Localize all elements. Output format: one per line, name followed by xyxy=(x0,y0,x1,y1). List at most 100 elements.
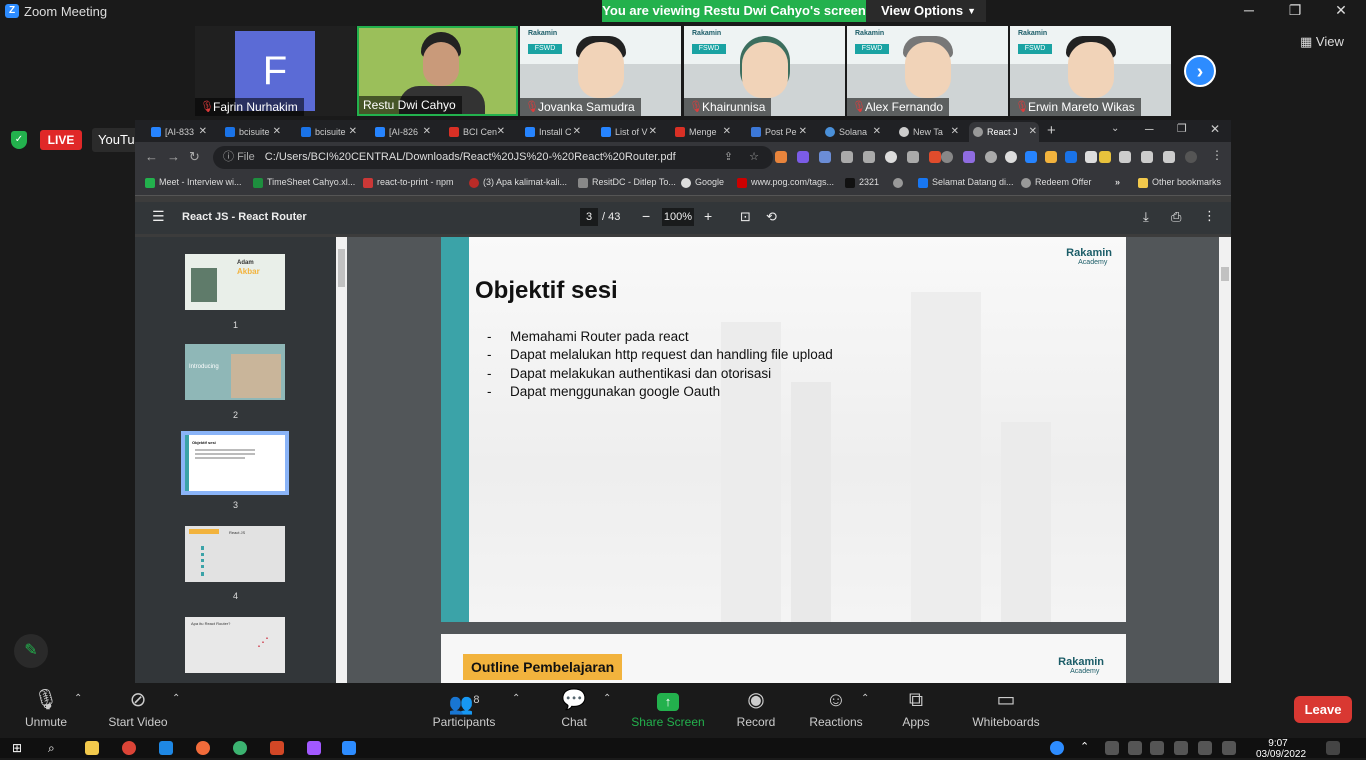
chevron-up-icon[interactable]: ⌃ xyxy=(861,693,869,704)
zoom-level-input[interactable]: 100% xyxy=(662,208,694,226)
close-tab-icon[interactable]: ✕ xyxy=(1029,122,1037,142)
whiteboards-button[interactable]: ▭ Whiteboards xyxy=(970,683,1042,738)
close-icon[interactable]: ✕ xyxy=(1210,122,1220,136)
video-tile[interactable]: Rakamin FSWD 🎙 Jovanka Samudra xyxy=(520,26,681,116)
close-tab-icon[interactable]: ✕ xyxy=(573,122,581,142)
browser-tab[interactable]: BCI Cen ✕ xyxy=(445,122,507,142)
extension-icon[interactable] xyxy=(1065,151,1077,163)
extension-icon[interactable] xyxy=(819,151,831,163)
extension-icon[interactable] xyxy=(1045,151,1057,163)
mic-icon[interactable] xyxy=(1150,741,1164,755)
browser-tab[interactable]: New Ta ✕ xyxy=(895,122,961,142)
app-icon[interactable] xyxy=(233,741,247,755)
bookmark-item[interactable]: Google xyxy=(681,177,724,188)
apps-button[interactable]: ⧉ Apps xyxy=(898,683,934,738)
extension-icon[interactable] xyxy=(841,151,853,163)
new-tab-icon[interactable]: + xyxy=(1047,122,1056,139)
vscode-icon[interactable] xyxy=(159,741,173,755)
close-tab-icon[interactable]: ✕ xyxy=(273,122,281,142)
download-icon[interactable]: ⤓ xyxy=(1143,209,1149,225)
video-tile[interactable]: Rakamin FSWD 🎙 Khairunnisa xyxy=(684,26,845,116)
close-tab-icon[interactable]: ✕ xyxy=(423,122,431,142)
next-page-arrow-icon[interactable]: › xyxy=(1184,55,1216,87)
close-tab-icon[interactable]: ✕ xyxy=(873,122,881,142)
browser-tab[interactable]: bcisuite ✕ xyxy=(221,122,283,142)
close-tab-icon[interactable]: ✕ xyxy=(951,122,959,142)
zoom-app-icon[interactable] xyxy=(342,741,356,755)
minimize-icon[interactable]: ─ xyxy=(1234,2,1264,18)
view-options-button[interactable]: View Options ▼ xyxy=(866,0,986,22)
other-bookmarks[interactable]: Other bookmarks xyxy=(1138,177,1221,188)
page-thumbnail[interactable]: React JS xyxy=(185,526,285,582)
live-badge[interactable]: LIVE xyxy=(40,130,82,150)
page-thumbnail[interactable]: Apa itu React Router? ⋰ xyxy=(185,617,285,673)
tab-search-icon[interactable]: ⌄ xyxy=(1111,123,1119,134)
close-tab-icon[interactable]: ✕ xyxy=(799,122,807,142)
camera-icon[interactable] xyxy=(1128,741,1142,755)
puzzle-icon[interactable] xyxy=(1119,151,1131,163)
menu-hamburger-icon[interactable]: ☰ xyxy=(152,208,165,225)
extension-icon[interactable] xyxy=(1085,151,1097,163)
browser-tab[interactable]: Menge ✕ xyxy=(671,122,733,142)
chrome-icon[interactable] xyxy=(122,741,136,755)
notifications-icon[interactable] xyxy=(1326,741,1340,755)
download-icon[interactable] xyxy=(1141,151,1153,163)
reactions-button[interactable]: ☺ Reactions xyxy=(806,683,866,738)
extension-icon[interactable] xyxy=(863,151,875,163)
restore-icon[interactable]: ❐ xyxy=(1177,122,1187,135)
rotate-icon[interactable]: ⟲ xyxy=(766,209,777,225)
bookmark-item[interactable]: Meet - Interview wi... xyxy=(145,177,242,188)
unmute-button[interactable]: 🎙 Unmute xyxy=(20,683,72,738)
browser-tab[interactable]: [AI-833 ✕ xyxy=(147,122,209,142)
bookmark-item[interactable]: www.pog.com/tags... xyxy=(737,177,834,188)
view-button[interactable]: ▦ View xyxy=(1300,34,1344,50)
wifi-icon[interactable] xyxy=(1105,741,1119,755)
browser-tab[interactable]: Post Pe ✕ xyxy=(747,122,809,142)
windows-start-icon[interactable]: ⊞ xyxy=(12,741,26,755)
tray-chevron-icon[interactable]: ⌃ xyxy=(1080,740,1089,753)
video-tile[interactable]: Rakamin FSWD 🎙 Alex Fernando xyxy=(847,26,1008,116)
minimize-icon[interactable]: ─ xyxy=(1145,122,1154,136)
close-tab-icon[interactable]: ✕ xyxy=(349,122,357,142)
leave-button[interactable]: Leave xyxy=(1294,696,1352,723)
page-number-input[interactable]: 3 xyxy=(580,208,598,226)
fit-page-icon[interactable]: ⊡ xyxy=(740,209,751,225)
chevron-up-icon[interactable]: ⌃ xyxy=(603,693,611,704)
page-thumbnail[interactable]: Adam Akbar xyxy=(185,254,285,310)
close-tab-icon[interactable]: ✕ xyxy=(649,122,657,142)
extension-icon[interactable] xyxy=(1005,151,1017,163)
chevron-up-icon[interactable]: ⌃ xyxy=(172,693,180,704)
zoom-out-icon[interactable]: − xyxy=(642,208,650,224)
annotate-pencil-icon[interactable]: ✎ xyxy=(14,634,48,668)
bookmark-item[interactable]: react-to-print - npm xyxy=(363,177,454,188)
chevron-up-icon[interactable]: ⌃ xyxy=(74,693,82,704)
bookmark-item[interactable]: (3) Apa kalimat-kali... xyxy=(469,177,567,188)
system-clock[interactable]: 9:07 03/09/2022 xyxy=(1256,738,1306,760)
postman-icon[interactable] xyxy=(196,741,210,755)
restore-icon[interactable]: ❐ xyxy=(1280,2,1310,19)
sidebar-icon[interactable] xyxy=(1163,151,1175,163)
battery-icon[interactable] xyxy=(1198,741,1212,755)
share-screen-button[interactable]: ↑ Share Screen xyxy=(630,683,706,738)
figma-icon[interactable] xyxy=(307,741,321,755)
extension-icon[interactable] xyxy=(797,151,809,163)
share-icon[interactable]: ⇪ xyxy=(724,146,733,169)
bookmark-star-icon[interactable]: ☆ xyxy=(749,146,759,169)
forward-icon[interactable]: → xyxy=(167,149,180,164)
tray-icon[interactable] xyxy=(1174,741,1188,755)
participants-button[interactable]: 👥8 Participants xyxy=(430,683,498,738)
bookmark-item[interactable]: ResitDC - Ditlep To... xyxy=(578,177,676,188)
print-icon[interactable]: ⎙ xyxy=(1171,209,1181,225)
volume-icon[interactable] xyxy=(1222,741,1236,755)
search-icon[interactable]: ⌕ xyxy=(48,741,62,755)
extension-icon[interactable] xyxy=(1099,151,1111,163)
file-explorer-icon[interactable] xyxy=(85,741,99,755)
extension-icon[interactable] xyxy=(963,151,975,163)
extension-icon[interactable] xyxy=(907,151,919,163)
metamask-icon[interactable] xyxy=(775,151,787,163)
browser-tab[interactable]: List of V ✕ xyxy=(597,122,659,142)
close-tab-icon[interactable]: ✕ xyxy=(199,122,207,142)
profile-icon[interactable] xyxy=(1185,151,1197,163)
bookmark-item[interactable]: TimeSheet Cahyo.xl... xyxy=(253,177,355,188)
browser-tab[interactable]: Solana ✕ xyxy=(821,122,883,142)
